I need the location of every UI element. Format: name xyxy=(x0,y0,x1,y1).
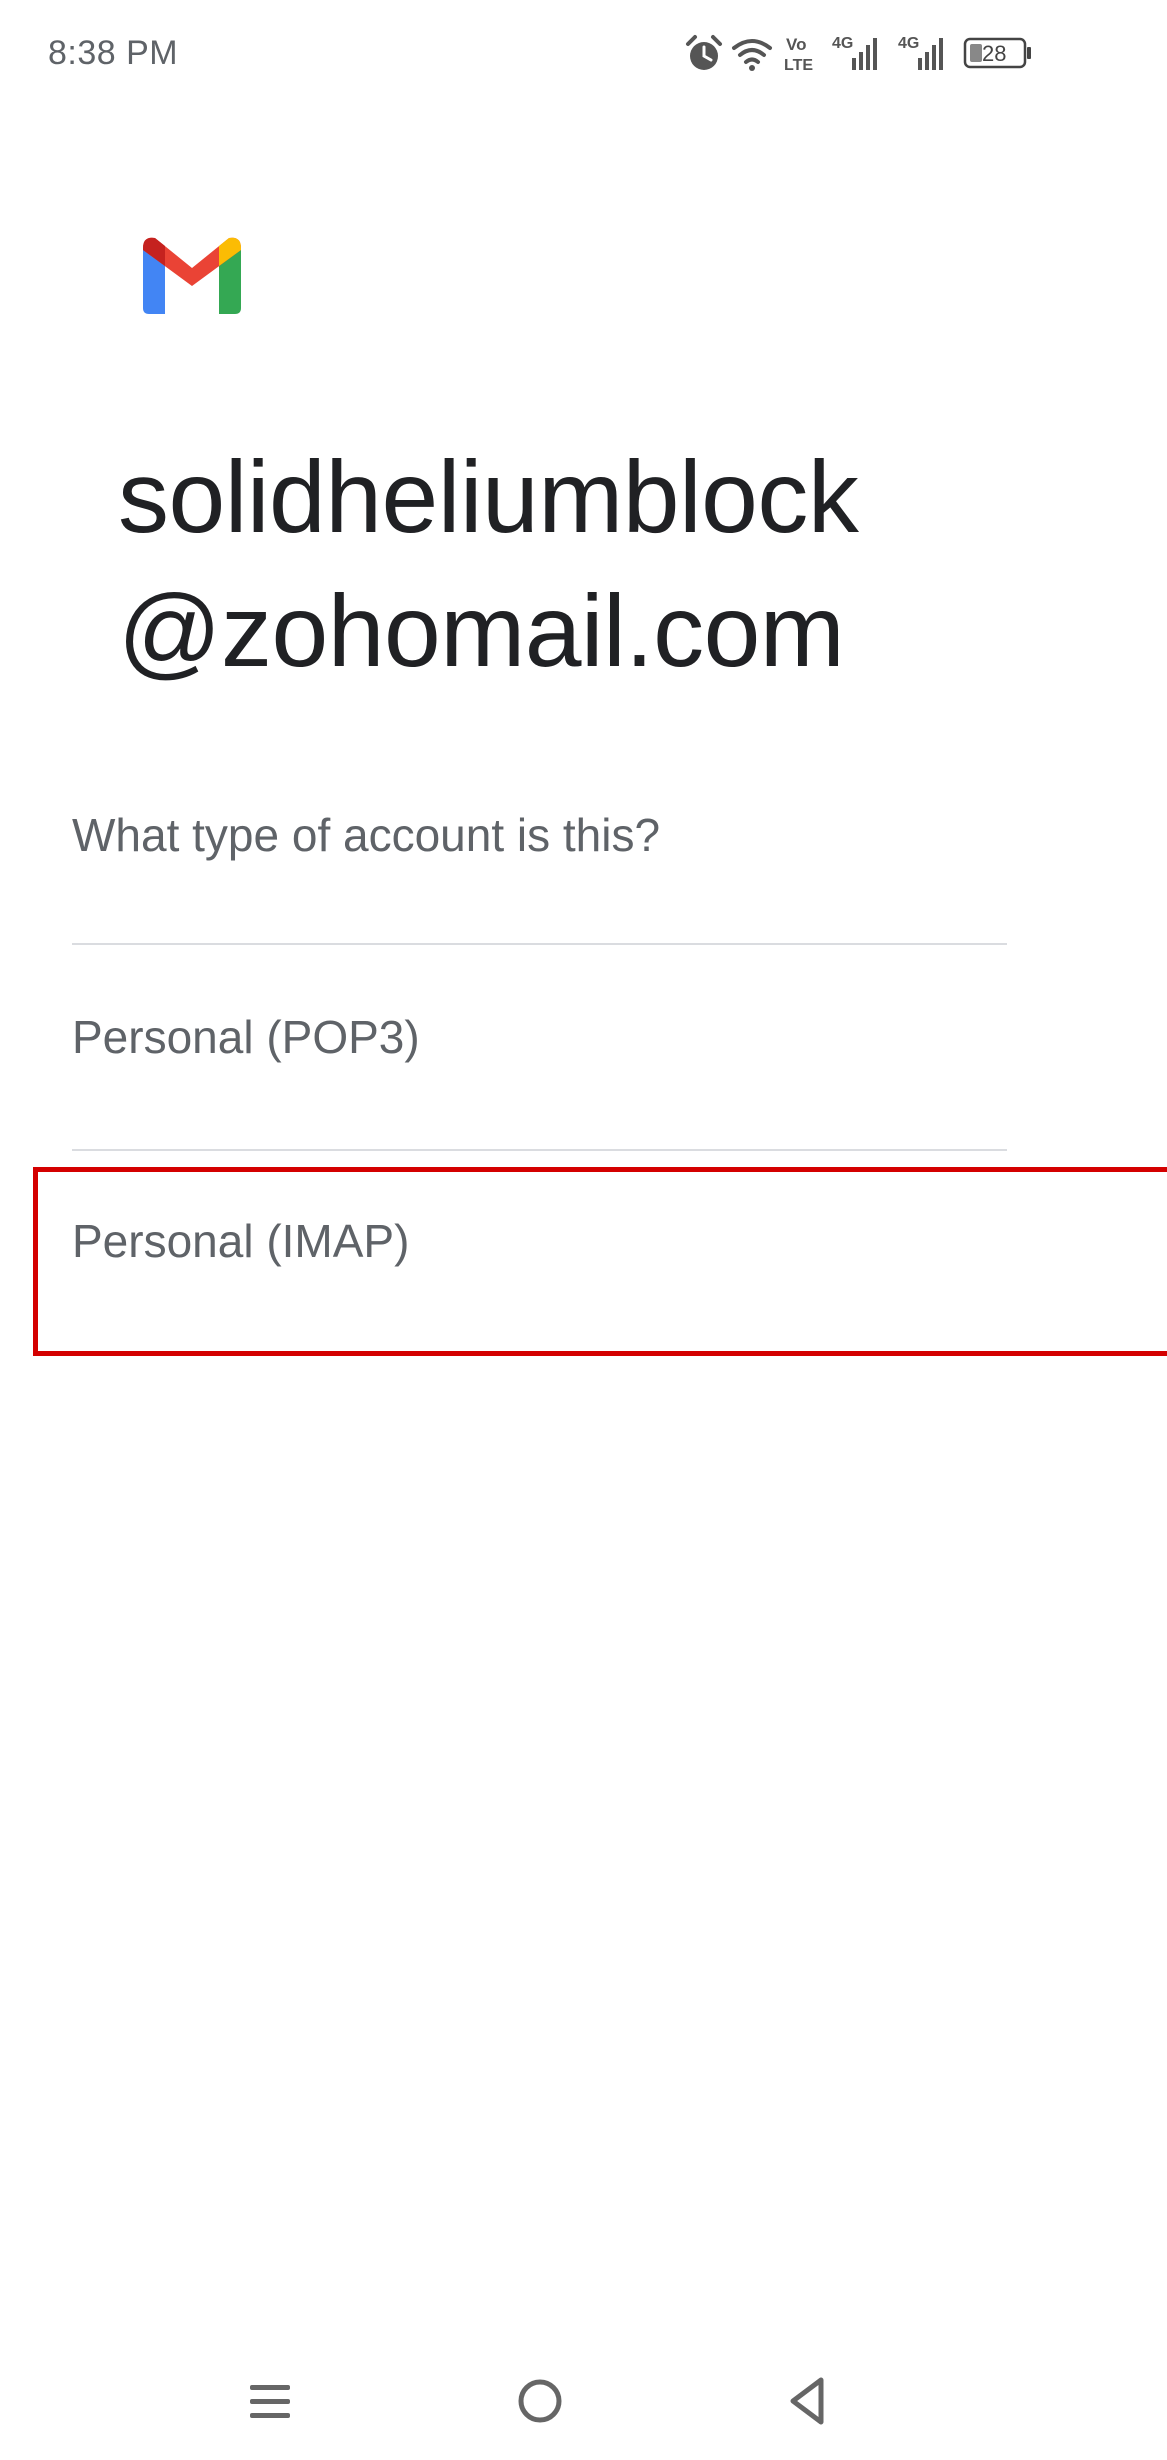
option-label: Personal (POP3) xyxy=(72,1011,420,1063)
status-icons: Vo LTE 4G 4G 28 xyxy=(684,30,1034,80)
signal-icon: 4G xyxy=(832,35,877,70)
battery-icon: 28 xyxy=(963,37,1031,69)
volte-icon: Vo LTE xyxy=(784,35,813,74)
back-icon[interactable] xyxy=(773,2366,843,2436)
account-type-prompt: What type of account is this? xyxy=(72,809,661,861)
divider xyxy=(72,943,1007,945)
status-time: 8:38 PM xyxy=(48,34,179,72)
menu-icon[interactable] xyxy=(235,2366,305,2436)
option-personal-pop3[interactable]: Personal (POP3) xyxy=(36,960,1167,1145)
volte-top: Vo xyxy=(786,35,806,54)
signal-icon: 4G xyxy=(898,35,943,70)
status-bar: 8:38 PM Vo LTE 4G 4G 28 xyxy=(0,0,1167,110)
alarm-icon xyxy=(686,35,722,70)
volte-bottom: LTE xyxy=(784,57,813,74)
network-label-2: 4G xyxy=(898,35,919,52)
network-label-1: 4G xyxy=(832,35,853,52)
option-label: Personal (IMAP) xyxy=(72,1215,410,1267)
battery-level: 28 xyxy=(982,41,1006,66)
divider xyxy=(72,1149,1007,1151)
gmail-logo xyxy=(141,234,243,316)
navigation-bar xyxy=(0,2340,1167,2460)
wifi-icon xyxy=(732,39,772,71)
account-email-heading: solidheliumblock @zohomail.com xyxy=(118,430,1118,698)
option-personal-imap[interactable]: Personal (IMAP) xyxy=(36,1168,1167,1353)
home-icon[interactable] xyxy=(505,2366,575,2436)
email-line-2: @zohomail.com xyxy=(118,574,845,688)
email-line-1: solidheliumblock xyxy=(118,440,859,554)
